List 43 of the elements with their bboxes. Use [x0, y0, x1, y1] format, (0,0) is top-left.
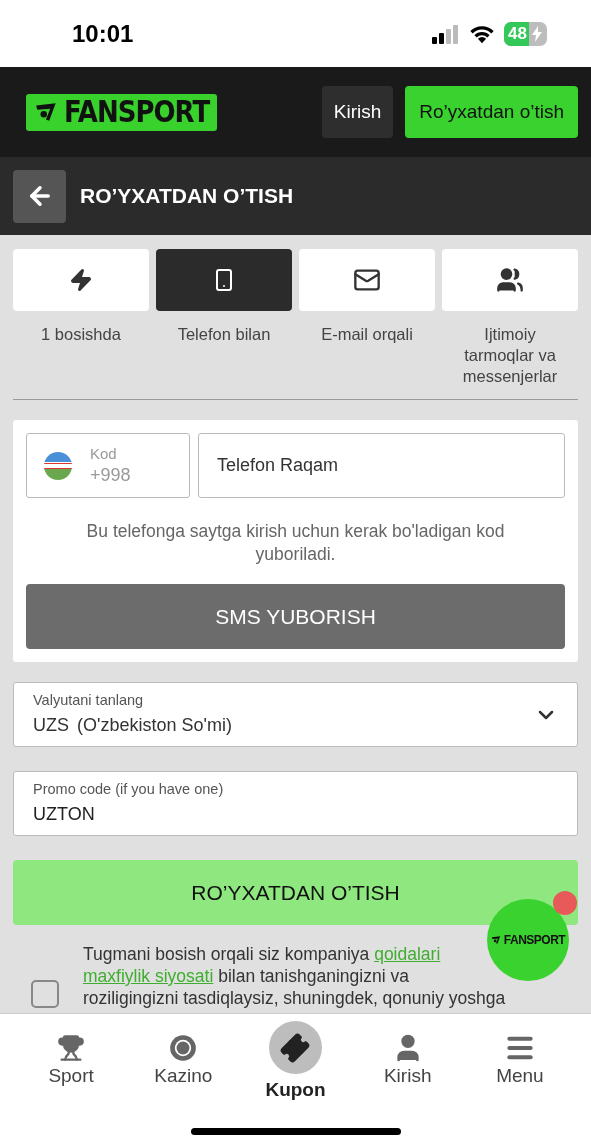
users-icon: [496, 266, 524, 294]
nav-item[interactable]: Sport: [15, 1021, 128, 1105]
code-label: Kod: [90, 444, 118, 464]
terms-checkbox[interactable]: [31, 980, 59, 1008]
currency-name: (O'zbekiston So'mi): [77, 713, 232, 737]
tab-label: 1 bosishda: [40, 324, 122, 345]
uzbekistan-flag-icon: [44, 451, 72, 480]
terms-text: roziligingizni tasdiqlaysiz, shuningdek, qonuniy yoshga: [83, 987, 506, 1009]
signal-icon: [432, 23, 461, 44]
tab[interactable]: [13, 249, 149, 311]
currency-label: Valyutani tanlang: [33, 691, 145, 711]
tab-label: Ijtimoiy tarmoqlar va messenjerlar: [461, 324, 559, 387]
currency-code: UZS: [33, 713, 69, 737]
floating-fansport-button[interactable]: FANSPORT: [487, 899, 569, 981]
nav-item[interactable]: Kazino: [127, 1021, 240, 1105]
sms-hint: Bu telefonga saytga kirish uchun kerak bo'ladigan kod yuboriladi.: [85, 520, 506, 566]
battery-indicator: 48: [504, 21, 547, 46]
nav-item[interactable]: Kirish: [351, 1021, 464, 1105]
promo-label: Promo code (if you have one): [33, 780, 225, 800]
floating-logo-icon: [490, 935, 502, 945]
promo-code-field[interactable]: Promo code (if you have one) UZTON: [13, 771, 578, 836]
lightning-icon: [69, 268, 93, 292]
tab-label: Telefon bilan: [176, 324, 272, 345]
tab[interactable]: [299, 249, 435, 311]
trophy-icon: [57, 1033, 86, 1062]
chip-icon: [169, 1033, 198, 1062]
floating-logo-text: FANSPORT: [503, 933, 566, 947]
phone-number-field[interactable]: Telefon Raqam: [198, 433, 565, 498]
currency-select[interactable]: Valyutani tanlang UZS (O'zbekiston So'mi): [13, 682, 578, 747]
code-value: +998: [90, 463, 131, 487]
tab-label: E-mail orqali: [320, 324, 414, 345]
send-sms-button[interactable]: SMS YUBORISH: [26, 584, 565, 649]
promo-value: UZTON: [33, 802, 96, 826]
nav-item[interactable]: Menu: [463, 1021, 576, 1105]
status-time: 10:01: [72, 18, 134, 49]
submit-register-button[interactable]: RO’YXATDAN O’TISH: [13, 860, 578, 925]
fansport-logo[interactable]: FANSPORT: [26, 93, 218, 131]
login-button[interactable]: Kirish: [321, 86, 394, 138]
back-button[interactable]: [13, 169, 66, 223]
nav-item[interactable]: Kupon: [239, 1021, 352, 1105]
tab[interactable]: [442, 249, 578, 311]
page-title: RO’YXATDAN O’TISH: [80, 183, 294, 210]
register-button[interactable]: Ro’yxatdan o’tish: [405, 86, 578, 138]
